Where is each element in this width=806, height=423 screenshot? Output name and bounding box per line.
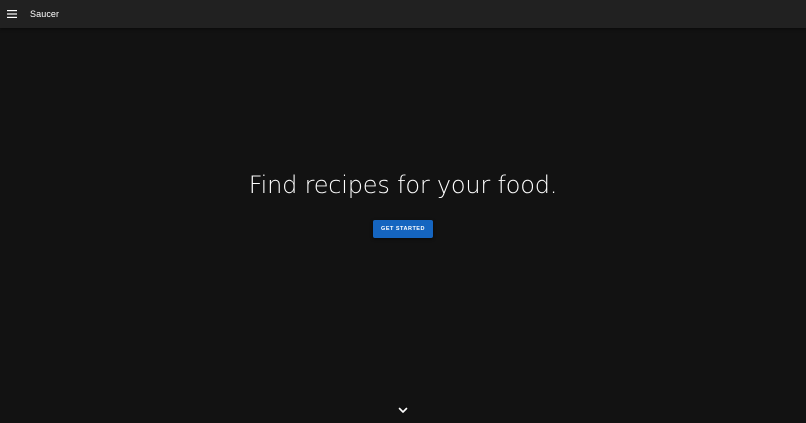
app-root: Saucer Find recipes for your food. GET S… (0, 0, 806, 423)
app-bar: Saucer (0, 0, 806, 28)
get-started-button[interactable]: GET STARTED (373, 220, 433, 238)
menu-button[interactable] (2, 4, 22, 24)
hamburger-menu-icon (7, 10, 17, 18)
app-title: Saucer (30, 9, 60, 19)
chevron-down-icon (398, 401, 408, 419)
hero-section: Find recipes for your food. GET STARTED (0, 0, 806, 423)
scroll-down-button[interactable] (397, 404, 409, 416)
hero-headline: Find recipes for your food. (248, 171, 558, 199)
